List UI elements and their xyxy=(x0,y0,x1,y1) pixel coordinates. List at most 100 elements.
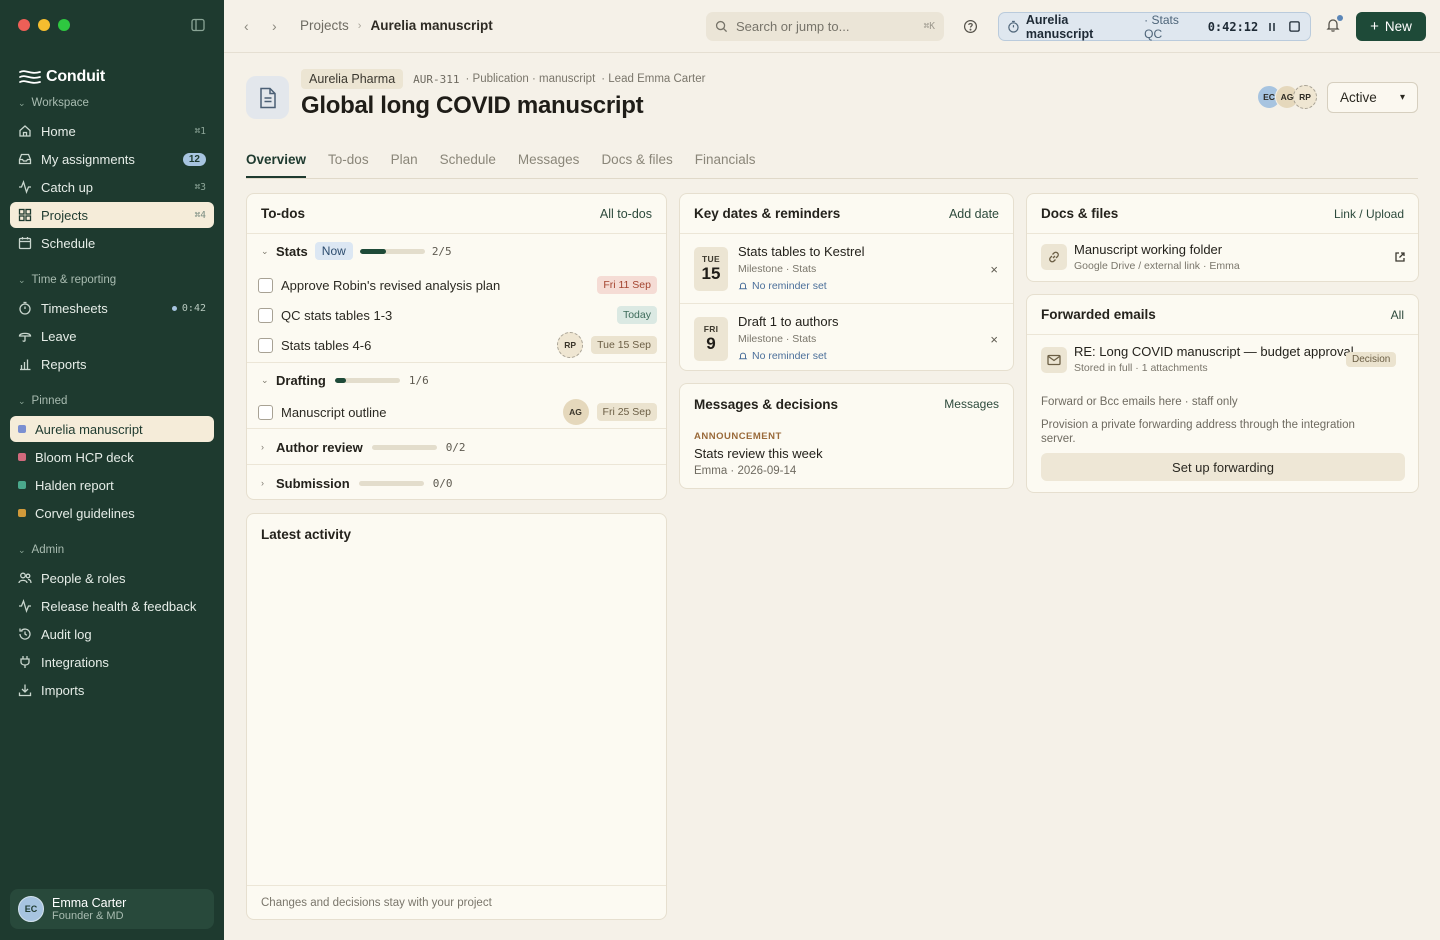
todo-checkbox[interactable] xyxy=(258,337,273,353)
email-item[interactable]: RE: Long COVID manuscript — budget appro… xyxy=(1027,335,1418,385)
todo-group-stats[interactable]: ⌄ Stats Now 2/5 xyxy=(247,240,666,262)
section-workspace[interactable]: ⌄ Workspace xyxy=(18,97,89,109)
todo-label: Approve Robin's revised analysis plan xyxy=(281,277,501,293)
external-link-icon[interactable] xyxy=(1393,250,1407,264)
new-button[interactable]: + New xyxy=(1356,12,1426,41)
minimize-window-button[interactable] xyxy=(38,19,50,31)
messages-link[interactable]: Messages xyxy=(944,397,999,411)
todo-item[interactable]: Stats tables 4-6 RP Tue 15 Sep xyxy=(247,330,666,360)
tab-schedule[interactable]: Schedule xyxy=(440,152,496,178)
card-title: Docs & files xyxy=(1041,206,1119,221)
reminder-link[interactable]: No reminder set xyxy=(738,350,827,362)
tab-messages[interactable]: Messages xyxy=(518,152,580,178)
sidebar-item-label: Halden report xyxy=(35,477,114,493)
help-icon[interactable] xyxy=(963,19,978,34)
sidebar-item-label: Catch up xyxy=(41,179,94,195)
todo-item[interactable]: QC stats tables 1-3 Today xyxy=(247,300,666,330)
shortcut-hint: ⌘4 xyxy=(194,209,206,221)
card-header: Forwarded emails All xyxy=(1027,295,1418,335)
tab-financials[interactable]: Financials xyxy=(695,152,756,178)
sidebar-item-my-assignments[interactable]: My assignments 12 xyxy=(10,146,214,172)
link-upload-button[interactable]: Link / Upload xyxy=(1334,207,1404,221)
user-menu[interactable]: EC Emma Carter Founder & MD xyxy=(10,889,214,929)
message-title[interactable]: Stats review this week xyxy=(694,446,823,461)
top-bar: ‹ › Projects › Aurelia manuscript Search… xyxy=(224,0,1440,53)
breadcrumb: Projects › Aurelia manuscript xyxy=(300,18,493,33)
app-logo[interactable]: Conduit xyxy=(18,68,105,86)
document-icon xyxy=(259,87,276,108)
sidebar-item-label: Schedule xyxy=(41,235,96,251)
search-input[interactable]: Search or jump to... ⌘K xyxy=(706,12,944,41)
key-date-item[interactable]: FRI 9 Draft 1 to authors Milestone · Sta… xyxy=(680,304,1013,370)
add-date-button[interactable]: Add date xyxy=(949,207,999,221)
sidebar-item-catch-up[interactable]: Catch up ⌘3 xyxy=(10,174,214,200)
active-timer[interactable]: Aurelia manuscript · Stats QC 0:42:12 xyxy=(998,12,1311,41)
sidebar-item-label: Audit log xyxy=(41,626,92,642)
sidebar-pinned-corvel[interactable]: Corvel guidelines xyxy=(10,500,214,526)
reminder-link[interactable]: No reminder set xyxy=(738,280,827,292)
chart-icon xyxy=(18,357,32,371)
divider xyxy=(247,428,666,429)
date-day: 15 xyxy=(701,264,721,283)
todo-checkbox[interactable] xyxy=(258,277,273,293)
key-date-item[interactable]: TUE 15 Stats tables to Kestrel Milestone… xyxy=(680,234,1013,304)
remove-date-icon[interactable]: × xyxy=(990,262,998,277)
card-header: To-dos All to-dos xyxy=(247,194,666,234)
tab-overview[interactable]: Overview xyxy=(246,152,307,178)
sidebar-pinned-aurelia[interactable]: Aurelia manuscript xyxy=(10,416,214,442)
sidebar-item-reports[interactable]: Reports xyxy=(10,351,214,377)
tab-plan[interactable]: Plan xyxy=(391,152,418,178)
section-admin[interactable]: ⌄ Admin xyxy=(18,544,64,556)
doc-item[interactable]: Manuscript working folder Google Drive /… xyxy=(1027,234,1418,281)
key-date-title: Draft 1 to authors xyxy=(738,314,839,329)
all-todos-link[interactable]: All to-dos xyxy=(600,207,652,221)
tab-todos[interactable]: To-dos xyxy=(328,152,369,178)
stop-button[interactable] xyxy=(1286,19,1302,35)
client-chip[interactable]: Aurelia Pharma xyxy=(301,69,404,89)
section-pinned[interactable]: ⌄ Pinned xyxy=(18,395,67,407)
project-type: · Publication · manuscript xyxy=(465,73,596,85)
forward-arrow-icon[interactable]: › xyxy=(272,18,277,34)
sidebar-item-home[interactable]: Home ⌘1 xyxy=(10,118,214,144)
close-window-button[interactable] xyxy=(18,19,30,31)
remove-date-icon[interactable]: × xyxy=(990,332,998,347)
sidebar-item-leave[interactable]: Leave xyxy=(10,323,214,349)
sidebar-item-label: Aurelia manuscript xyxy=(35,421,143,437)
todo-group-author-review[interactable]: › Author review 0/2 xyxy=(247,436,666,458)
reminder-text: No reminder set xyxy=(752,280,827,292)
sidebar-item-imports[interactable]: Imports xyxy=(10,677,214,703)
project-color-dot xyxy=(18,509,26,517)
sidebar-item-integrations[interactable]: Integrations xyxy=(10,649,214,675)
section-time-reporting[interactable]: ⌄ Time & reporting xyxy=(18,274,116,286)
docs-card: Docs & files Link / Upload Manuscript wo… xyxy=(1026,193,1419,282)
sidebar-item-schedule[interactable]: Schedule xyxy=(10,230,214,256)
set-up-forwarding-button[interactable]: Set up forwarding xyxy=(1041,453,1405,481)
zoom-window-button[interactable] xyxy=(58,19,70,31)
status-select[interactable]: Active ▾ xyxy=(1327,82,1418,113)
sidebar-item-audit-log[interactable]: Audit log xyxy=(10,621,214,647)
chevron-right-icon: › xyxy=(357,19,362,32)
sidebar-pinned-halden[interactable]: Halden report xyxy=(10,472,214,498)
pause-icon xyxy=(1269,22,1275,31)
breadcrumb-projects[interactable]: Projects xyxy=(300,18,349,33)
tab-docs-files[interactable]: Docs & files xyxy=(601,152,672,178)
sidebar-pinned-bloom[interactable]: Bloom HCP deck xyxy=(10,444,214,470)
back-arrow-icon[interactable]: ‹ xyxy=(244,18,249,34)
pause-button[interactable] xyxy=(1264,19,1280,35)
group-progress xyxy=(371,444,437,450)
sidebar-item-timesheets[interactable]: Timesheets 0:42 xyxy=(10,295,214,321)
todo-checkbox[interactable] xyxy=(258,307,273,323)
search-placeholder: Search or jump to... xyxy=(736,19,850,34)
sidebar-item-release-health[interactable]: Release health & feedback xyxy=(10,593,214,619)
todo-item[interactable]: Manuscript outline AG Fri 25 Sep xyxy=(247,397,666,427)
todo-checkbox[interactable] xyxy=(258,404,273,420)
due-date-chip: Fri 11 Sep xyxy=(597,276,657,294)
todo-item[interactable]: Approve Robin's revised analysis plan Fr… xyxy=(247,270,666,300)
sidebar-item-people-roles[interactable]: People & roles xyxy=(10,565,214,591)
sidebar-toggle-icon[interactable] xyxy=(190,17,206,33)
sidebar-item-projects[interactable]: Projects ⌘4 xyxy=(10,202,214,228)
todo-group-drafting[interactable]: ⌄ Drafting 1/6 xyxy=(247,369,666,391)
todo-group-submission[interactable]: › Submission 0/0 xyxy=(247,472,666,494)
all-emails-link[interactable]: All xyxy=(1391,308,1404,322)
team-avatars[interactable]: EC AG RP xyxy=(1257,85,1317,109)
